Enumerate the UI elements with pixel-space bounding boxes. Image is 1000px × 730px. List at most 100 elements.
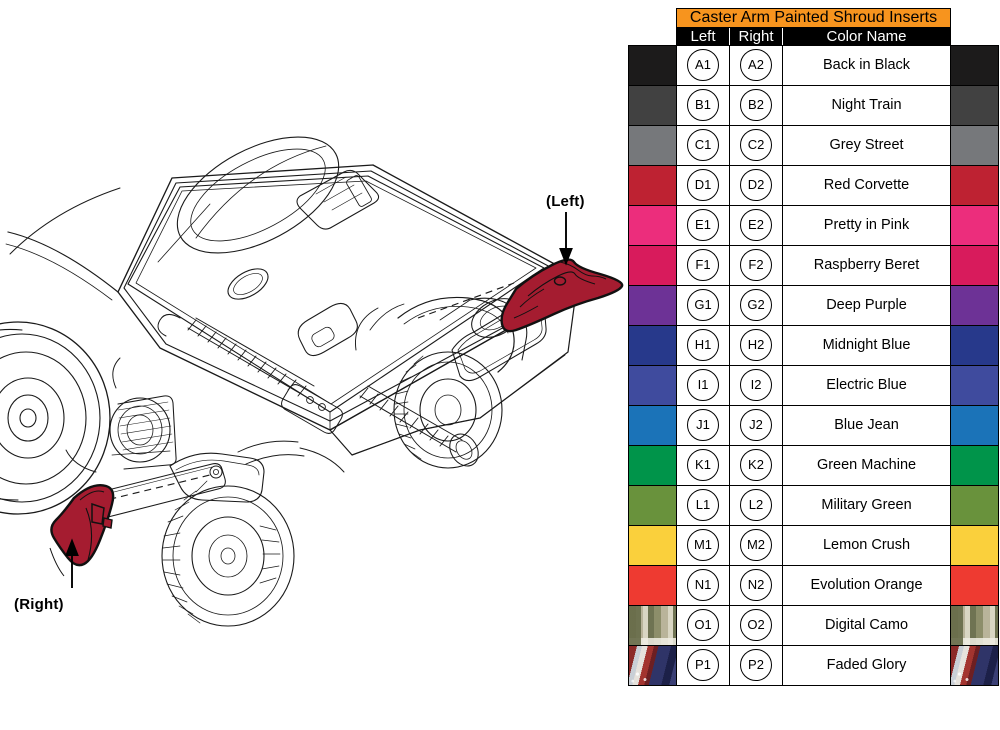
swatch-fill [629,165,676,205]
part-id-bubble: J2 [740,409,772,442]
table-row: N1 N2 Evolution Orange [628,564,1000,606]
part-id-right[interactable]: L2 [729,484,783,526]
part-id-right[interactable]: H2 [729,324,783,366]
suspension-spring-rear [157,314,343,434]
table-row: L1 L2 Military Green [628,484,1000,526]
part-id-left[interactable]: L1 [676,484,730,526]
table-header-row: Left Right Color Name [628,26,999,46]
color-swatch-left [628,324,677,366]
part-id-right[interactable]: J2 [729,404,783,446]
part-id-left[interactable]: N1 [676,564,730,606]
part-id-left[interactable]: E1 [676,204,730,246]
part-id-bubble: A2 [740,49,772,82]
swatch-fill [629,325,676,365]
part-id-left[interactable]: J1 [676,404,730,446]
part-id-bubble: O2 [740,609,772,642]
color-swatch-left [628,484,677,526]
part-id-left[interactable]: G1 [676,284,730,326]
color-name-cell: Lemon Crush [781,524,952,566]
part-id-left[interactable]: P1 [676,644,730,686]
color-swatch-left [628,84,677,126]
color-swatch-right [950,204,1000,246]
table-row: K1 K2 Green Machine [628,444,1000,486]
part-id-bubble: K2 [740,449,772,482]
table-row: P1 P2 Faded Glory [628,644,1000,686]
table-row: C1 C2 Grey Street [628,124,1000,166]
part-id-left[interactable]: M1 [676,524,730,566]
part-id-bubble: J1 [687,409,719,442]
part-id-bubble: C2 [740,129,772,162]
part-id-bubble: D2 [740,169,772,202]
color-swatch-right [950,604,1000,646]
swatch-fill [629,125,676,165]
color-swatch-right [950,84,1000,126]
part-id-right[interactable]: M2 [729,524,783,566]
swatch-fill [951,325,999,365]
color-name-cell: Electric Blue [781,364,952,406]
shroud-insert-right-part [49,484,115,577]
part-id-bubble: H2 [740,329,772,362]
part-id-left[interactable]: B1 [676,84,730,126]
part-id-bubble: L1 [687,489,719,522]
swatch-fill [951,645,999,685]
part-id-bubble: P1 [687,649,719,682]
swatch-fill [951,525,999,565]
part-id-right[interactable]: F2 [729,244,783,286]
part-id-right[interactable]: G2 [729,284,783,326]
color-swatch-left [628,204,677,246]
part-id-left[interactable]: O1 [676,604,730,646]
swatch-fill [629,45,676,85]
swatch-fill [951,205,999,245]
part-id-right[interactable]: I2 [729,364,783,406]
swatch-fill [629,285,676,325]
color-name-cell: Deep Purple [781,284,952,326]
swatch-fill [951,125,999,165]
column-header-color-name: Color Name [781,26,952,46]
part-id-right[interactable]: B2 [729,84,783,126]
part-id-right[interactable]: A2 [729,44,783,86]
color-name-cell: Raspberry Beret [781,244,952,286]
part-id-left[interactable]: F1 [676,244,730,286]
color-name-cell: Digital Camo [781,604,952,646]
part-id-right[interactable]: D2 [729,164,783,206]
part-id-right[interactable]: P2 [729,644,783,686]
swatch-fill [629,365,676,405]
part-id-left[interactable]: D1 [676,164,730,206]
part-id-bubble: E1 [687,209,719,242]
rear-fender-left [5,187,121,301]
swatch-fill [951,485,999,525]
shroud-insert-left-part [500,258,624,333]
caster-arm-right-fender [354,296,528,373]
part-id-bubble: M2 [740,529,772,562]
swatch-fill [951,405,999,445]
table-row: I1 I2 Electric Blue [628,364,1000,406]
table-row: A1 A2 Back in Black [628,44,1000,86]
header-spacer-right [950,27,999,46]
swatch-fill [629,485,676,525]
swatch-fill [951,45,999,85]
color-swatch-right [950,324,1000,366]
part-id-right[interactable]: E2 [729,204,783,246]
part-id-left[interactable]: A1 [676,44,730,86]
part-id-right[interactable]: N2 [729,564,783,606]
table-row: H1 H2 Midnight Blue [628,324,1000,366]
part-id-left[interactable]: I1 [676,364,730,406]
part-id-bubble: C1 [687,129,719,162]
swatch-fill [629,85,676,125]
swatch-fill [951,85,999,125]
part-id-right[interactable]: C2 [729,124,783,166]
part-id-right[interactable]: O2 [729,604,783,646]
swatch-fill [629,565,676,605]
table-row: G1 G2 Deep Purple [628,284,1000,326]
part-id-bubble: N1 [687,569,719,602]
part-id-left[interactable]: K1 [676,444,730,486]
part-id-left[interactable]: H1 [676,324,730,366]
part-id-bubble: D1 [687,169,719,202]
part-id-right[interactable]: K2 [729,444,783,486]
color-swatch-right [950,124,1000,166]
part-id-left[interactable]: C1 [676,124,730,166]
table-row: E1 E2 Pretty in Pink [628,204,1000,246]
swatch-fill [951,285,999,325]
swatch-fill [629,245,676,285]
color-name-cell: Military Green [781,484,952,526]
